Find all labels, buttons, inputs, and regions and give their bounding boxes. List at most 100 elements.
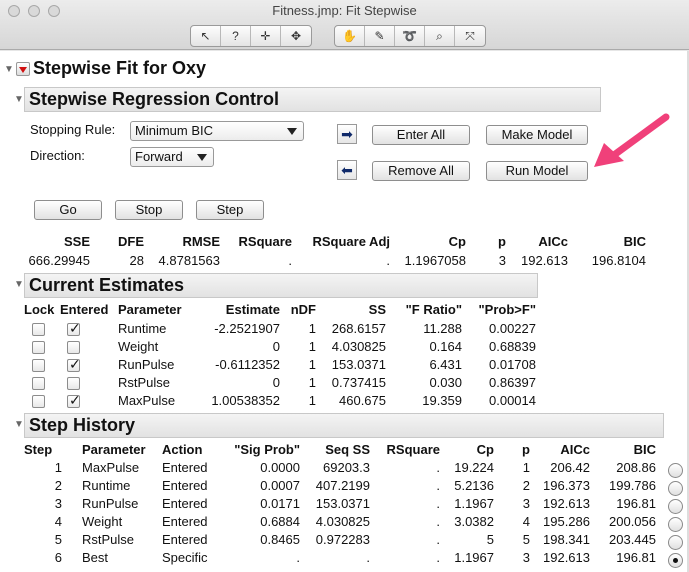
help-tool-icon[interactable]: ? [221, 26, 251, 46]
estimate-prob: 0.00014 [489, 393, 536, 408]
crosshair-tool-icon[interactable]: ✛ [251, 26, 281, 46]
entered-checkbox[interactable] [67, 392, 81, 409]
stopping-rule-select[interactable]: Minimum BIC [130, 121, 304, 141]
remove-arrow-icon[interactable]: ⬅ [337, 160, 357, 180]
stop-button[interactable]: Stop [115, 200, 183, 220]
red-triangle-menu-icon[interactable] [16, 62, 30, 76]
history-sig: 0.0007 [260, 478, 300, 493]
history-rsq: . [436, 496, 440, 511]
scale-tool-icon[interactable]: ⤧ [455, 26, 485, 46]
history-step: 4 [54, 514, 62, 529]
summary-value: 3 [498, 253, 506, 268]
hand-tool-icon[interactable]: ✋ [335, 26, 365, 46]
arrow-tool-icon[interactable]: ↖ [191, 26, 221, 46]
step-radio-button[interactable] [668, 481, 683, 496]
history-bic: 196.81 [616, 496, 656, 511]
step-radio-button[interactable] [668, 535, 683, 550]
summary-value: 28 [129, 253, 144, 268]
history-sig: . [296, 550, 300, 565]
history-header: Parameter [82, 442, 146, 457]
history-header: Step [24, 442, 53, 457]
history-sig: 0.0000 [260, 460, 300, 475]
estimate-prob: 0.01708 [489, 357, 536, 372]
lock-checkbox[interactable] [32, 323, 45, 336]
entered-checkbox[interactable] [67, 320, 81, 337]
estimates-header: Estimate [225, 302, 280, 317]
disclosure-triangle-icon[interactable]: ▼ [4, 64, 14, 75]
estimates-header: Lock [24, 302, 55, 317]
lock-checkbox[interactable] [32, 395, 45, 408]
summary-value: 666.29945 [28, 253, 90, 268]
magnifier-tool-icon[interactable]: ⌕ [425, 26, 455, 46]
history-seq: . [366, 550, 370, 565]
history-aicc: 198.341 [543, 532, 590, 547]
tool-group-2: ✋ ✎ ➰ ⌕ ⤧ [334, 25, 486, 47]
lock-checkbox[interactable] [32, 359, 45, 372]
step-radio-button[interactable] [668, 517, 683, 532]
brush-tool-icon[interactable]: ✎ [365, 26, 395, 46]
history-parameter: Runtime [82, 478, 131, 493]
estimate-value: -0.6112352 [215, 357, 280, 372]
history-cp: 5.2136 [454, 478, 494, 493]
lock-checkbox[interactable] [32, 341, 45, 354]
remove-all-button[interactable]: Remove All [372, 161, 470, 181]
history-aicc: 195.286 [543, 514, 590, 529]
history-step: 2 [54, 478, 62, 493]
disclosure-triangle-icon[interactable]: ▼ [14, 419, 24, 430]
estimate-value: 1.00538352 [211, 393, 280, 408]
history-cp: 3.0382 [454, 514, 494, 529]
history-cp: 19.224 [454, 460, 494, 475]
estimate-parameter: MaxPulse [118, 393, 176, 408]
lock-checkbox[interactable] [32, 377, 45, 390]
summary-header: Cp [448, 234, 466, 249]
estimate-value: 0 [272, 375, 280, 390]
run-model-button[interactable]: Run Model [486, 161, 588, 181]
history-step: 5 [54, 532, 62, 547]
direction-value: Forward [135, 149, 183, 164]
history-sig: 0.6884 [260, 514, 300, 529]
history-p: 3 [522, 550, 530, 565]
history-aicc: 192.613 [543, 550, 590, 565]
history-action: Entered [162, 496, 208, 511]
summary-value: . [288, 253, 292, 268]
summary-value: 196.8104 [591, 253, 646, 268]
step-radio-button[interactable] [668, 499, 683, 514]
history-cp: 5 [486, 532, 494, 547]
history-p: 2 [522, 478, 530, 493]
make-model-button[interactable]: Make Model [486, 125, 588, 145]
history-header: RSquare [386, 442, 440, 457]
lasso-tool-icon[interactable]: ➰ [395, 26, 425, 46]
history-rsq: . [436, 550, 440, 565]
step-button[interactable]: Step [196, 200, 264, 220]
enter-arrow-icon[interactable]: ➡ [337, 124, 357, 144]
history-header: Cp [476, 442, 494, 457]
entered-checkbox[interactable] [67, 341, 80, 354]
summary-value: 1.1967058 [404, 253, 466, 268]
history-bic: 196.81 [616, 550, 656, 565]
history-header: p [522, 442, 530, 457]
step-radio-button[interactable] [668, 463, 683, 478]
estimate-parameter: RstPulse [118, 375, 171, 390]
summary-header: RMSE [182, 234, 220, 249]
history-seq: 0.972283 [315, 532, 370, 547]
estimates-header: SS [368, 302, 386, 317]
go-button[interactable]: Go [34, 200, 102, 220]
history-parameter: Weight [82, 514, 123, 529]
disclosure-triangle-icon[interactable]: ▼ [14, 94, 24, 105]
history-aicc: 206.42 [550, 460, 590, 475]
estimate-parameter: Runtime [118, 321, 167, 336]
estimate-ss: 0.737415 [331, 375, 386, 390]
history-parameter: RunPulse [82, 496, 139, 511]
history-step: 3 [54, 496, 62, 511]
direction-select[interactable]: Forward [130, 147, 214, 167]
summary-value: . [386, 253, 390, 268]
move-tool-icon[interactable]: ✥ [281, 26, 311, 46]
disclosure-triangle-icon[interactable]: ▼ [14, 279, 24, 290]
entered-checkbox[interactable] [67, 356, 81, 373]
enter-all-button[interactable]: Enter All [372, 125, 470, 145]
step-radio-button[interactable] [668, 553, 683, 568]
history-rsq: . [436, 514, 440, 529]
history-seq: 153.0371 [315, 496, 370, 511]
entered-checkbox[interactable] [67, 377, 80, 390]
estimates-outline-title: Current Estimates [24, 273, 538, 298]
